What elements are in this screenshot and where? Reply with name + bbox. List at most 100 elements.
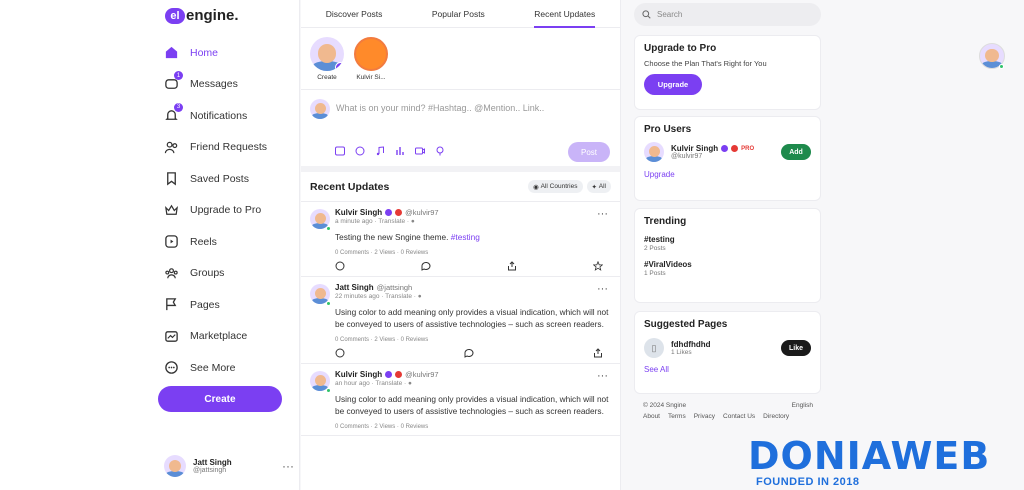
feed-post: ··· Kulvir Singh @kulvir97 an hour ago · … [301,364,620,436]
footer-link-about[interactable]: About [643,413,660,420]
site-logo[interactable]: el engine. [165,7,239,24]
trending-title: Trending [644,216,687,227]
post-author[interactable]: Kulvir Singh [335,370,382,379]
trending-count: 1 Posts [644,270,666,277]
upgrade-desc: Choose the Plan That's Right for You [644,59,767,68]
comment-icon[interactable] [464,348,474,358]
avatar[interactable] [644,142,664,162]
post-stats[interactable]: 0 Comments · 2 Views · 0 Reviews [335,337,611,343]
post-menu-icon[interactable]: ··· [597,370,608,382]
photo-icon[interactable] [335,146,345,156]
story-item[interactable]: Kulvir Si... [354,36,388,81]
search-input[interactable]: Search [634,3,821,26]
tab-discover-posts[interactable]: Discover Posts [326,0,383,28]
review-star-icon[interactable] [593,260,603,271]
stories-bar: + Create Kulvir Si... [301,28,620,90]
pro-users-title: Pro Users [644,124,692,135]
sidebar-item-marketplace[interactable]: Marketplace [162,321,292,353]
avatar [164,455,186,477]
sidebar-item-upgrade[interactable]: Upgrade to Pro [162,195,292,227]
upgrade-button[interactable]: Upgrade [644,74,702,95]
like-page-button[interactable]: Like [781,340,811,356]
share-icon[interactable] [507,260,517,271]
sidebar-item-reels[interactable]: Reels [162,226,292,258]
current-user-handle: @jattsingh [193,467,227,474]
current-user[interactable]: Jatt Singh @jattsingh ··· [164,455,294,477]
sidebar-item-label: Marketplace [190,330,248,343]
footer-link-contact[interactable]: Contact Us [723,413,755,420]
footer-link-directory[interactable]: Directory [763,413,789,420]
page-name[interactable]: fdhdfhdhd [671,340,711,349]
share-icon[interactable] [593,347,603,358]
sidebar-item-notifications[interactable]: 3 Notifications [162,100,292,132]
language-select[interactable]: English [792,402,813,409]
online-indicator [326,300,331,306]
post-text: Using color to add meaning only provides… [335,306,609,330]
user-menu-icon[interactable]: ··· [282,459,294,473]
post-handle[interactable]: @kulvir97 [405,208,438,217]
story-create[interactable]: + Create [310,36,344,81]
translate-link[interactable]: Translate [378,218,405,225]
translate-link[interactable]: Translate [375,380,402,387]
tab-popular-posts[interactable]: Popular Posts [432,0,485,28]
bell-icon: 3 [162,102,183,125]
post-menu-icon[interactable]: ··· [597,283,608,295]
page-icon[interactable]: ▯ [644,338,664,358]
translate-link[interactable]: Translate [385,293,412,300]
post-button[interactable]: Post [568,142,610,162]
tab-recent-updates[interactable]: Recent Updates [534,0,595,28]
hashtag-link[interactable]: #testing [451,232,480,242]
album-icon[interactable] [355,146,365,156]
type-filter[interactable]: ✦ All [586,180,611,193]
bookmark-icon [162,170,180,188]
poll-icon[interactable] [395,146,405,156]
feed-post: ··· Jatt Singh @jattsingh 22 minutes ago … [301,277,620,364]
trending-tag: #ViralVideos [644,260,692,269]
sidebar-item-groups[interactable]: Groups [162,258,292,290]
countries-filter[interactable]: ◉ All Countries [528,180,583,193]
video-icon[interactable] [415,146,425,156]
reels-icon [162,233,180,251]
home-icon [162,44,180,62]
sidebar-item-saved-posts[interactable]: Saved Posts [162,163,292,195]
sidebar-item-see-more[interactable]: See More [162,352,292,384]
upgrade-link[interactable]: Upgrade [644,170,811,179]
sidebar-item-messages[interactable]: 1 Messages [162,69,292,101]
suggested-page-row: ▯ fdhdfhdhd 1 Likes Like [644,338,811,358]
post-author[interactable]: Kulvir Singh [335,208,382,217]
music-icon[interactable] [375,146,385,156]
brand-watermark: DONIAWEB FOUNDED IN 2018 [748,436,1020,490]
footer-link-privacy[interactable]: Privacy [694,413,715,420]
pro-user-name[interactable]: Kulvir Singh [671,144,718,153]
see-all-link[interactable]: See All [644,365,811,374]
footer-link-terms[interactable]: Terms [668,413,686,420]
sidebar-item-label: Pages [190,298,220,311]
post-time[interactable]: an hour ago [335,380,370,387]
comment-icon[interactable] [421,261,431,271]
post-handle[interactable]: @jattsingh [377,283,413,292]
add-friend-button[interactable]: Add [781,144,811,160]
post-menu-icon[interactable]: ··· [597,208,608,220]
post-time[interactable]: a minute ago [335,218,373,225]
trending-count: 2 Posts [644,245,666,252]
post-stats[interactable]: 0 Comments · 2 Views · 0 Reviews [335,250,611,256]
react-icon[interactable] [335,261,345,271]
sidebar-item-friend-requests[interactable]: Friend Requests [162,132,292,164]
post-time[interactable]: 22 minutes ago [335,293,379,300]
sidebar-item-home[interactable]: Home [162,37,292,69]
trending-item[interactable]: #ViralVideos 1 Posts [644,260,811,277]
privacy-icon: ● [417,292,422,300]
trending-item[interactable]: #testing 2 Posts [644,235,811,252]
react-icon[interactable] [335,348,345,358]
location-icon[interactable] [435,146,445,156]
flag-icon [162,296,180,314]
upgrade-title: Upgrade to Pro [644,43,717,54]
post-stats[interactable]: 0 Comments · 2 Views · 0 Reviews [335,424,611,430]
post-author[interactable]: Jatt Singh [335,283,374,292]
sidebar-item-pages[interactable]: Pages [162,289,292,321]
store-icon [162,327,180,345]
composer-input[interactable]: What is on your mind? #Hashtag.. @Mentio… [336,103,544,113]
post-handle[interactable]: @kulvir97 [405,370,438,379]
sidebar-item-label: Friend Requests [190,141,268,154]
create-button[interactable]: Create [158,386,282,412]
